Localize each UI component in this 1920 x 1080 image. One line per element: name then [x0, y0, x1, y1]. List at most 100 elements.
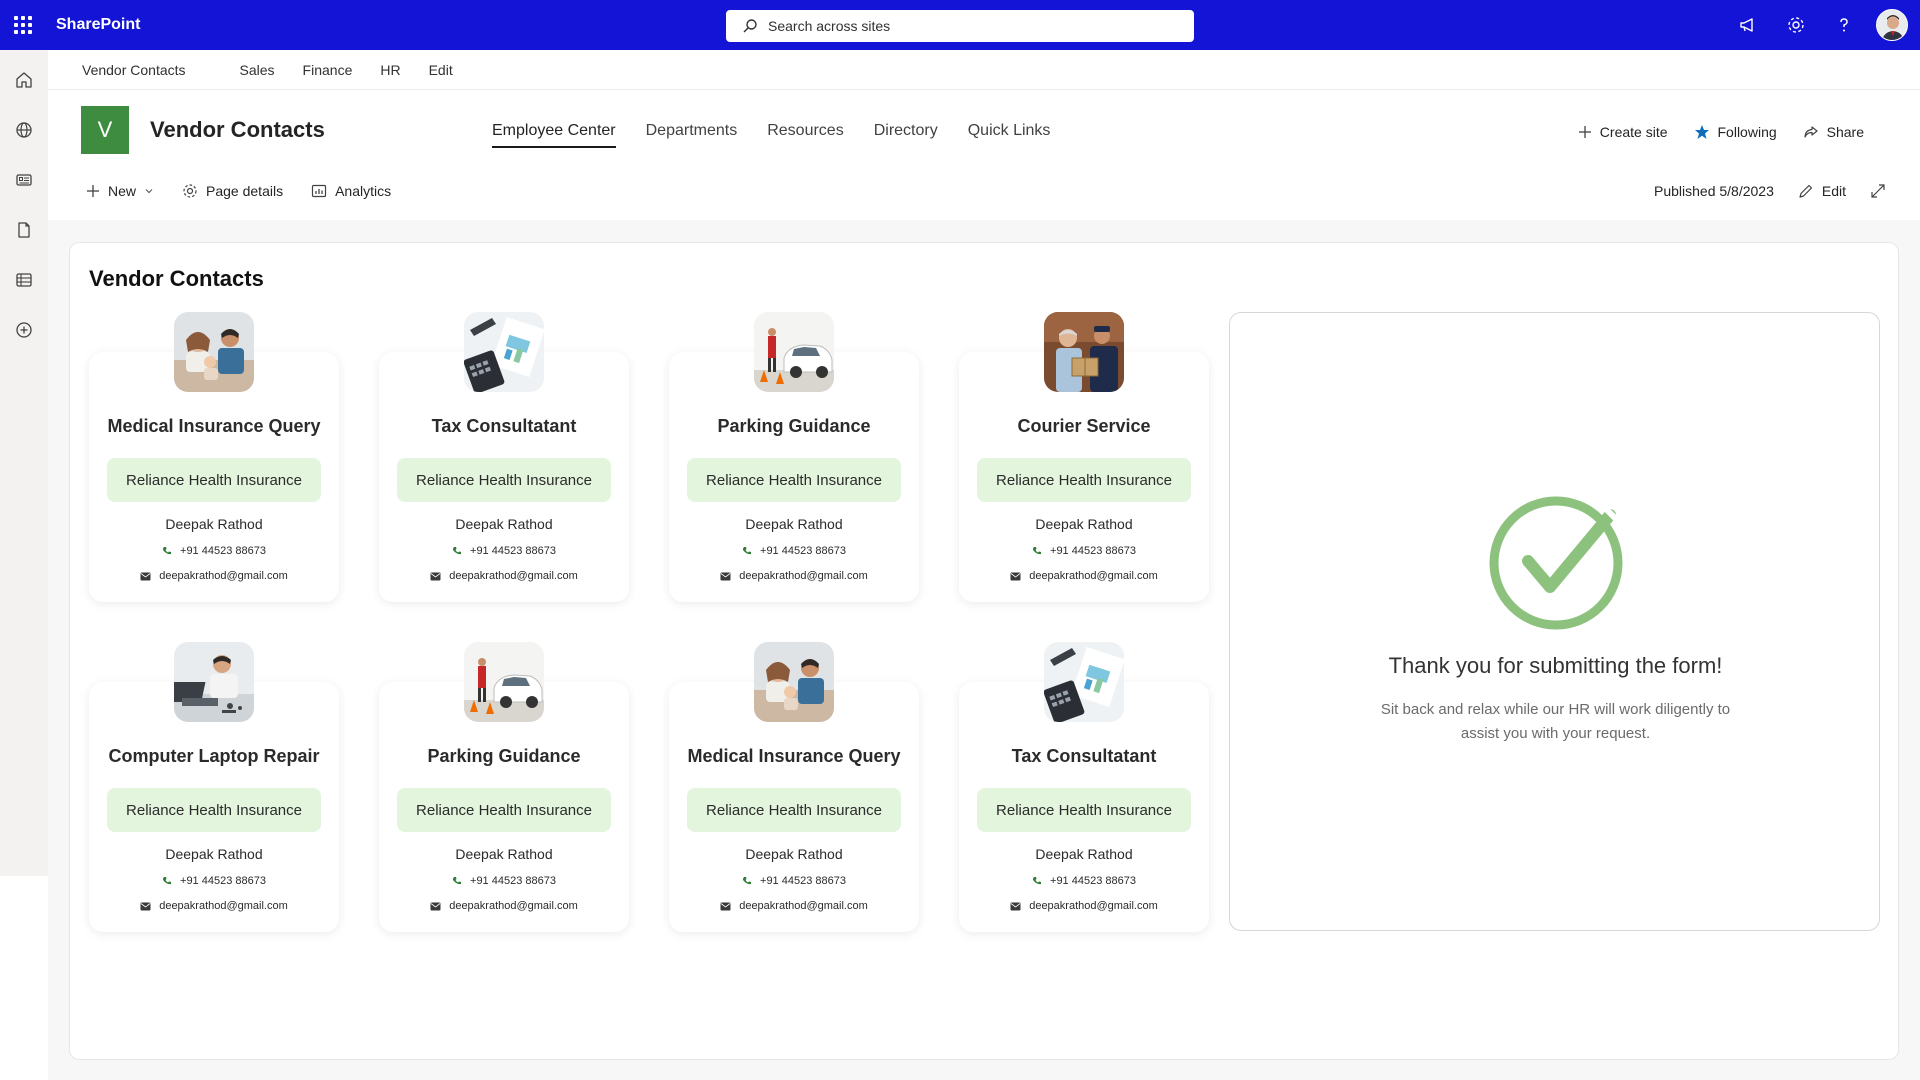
company-badge: Reliance Health Insurance: [397, 788, 611, 832]
email-text: deepakrathod@gmail.com: [739, 900, 868, 912]
phone-text: +91 44523 88673: [180, 545, 266, 557]
contact-email[interactable]: deepakrathod@gmail.com: [89, 900, 339, 912]
app-launcher-button[interactable]: [0, 0, 46, 50]
vendor-card[interactable]: Courier Service Reliance Health Insuranc…: [959, 312, 1209, 602]
contact-phone[interactable]: +91 44523 88673: [89, 875, 339, 887]
vendor-card[interactable]: Medical Insurance Query Reliance Health …: [89, 312, 339, 602]
contact-email[interactable]: deepakrathod@gmail.com: [959, 900, 1209, 912]
rail-lists[interactable]: [8, 264, 40, 296]
contact-phone[interactable]: +91 44523 88673: [379, 875, 629, 887]
phone-text: +91 44523 88673: [1050, 875, 1136, 887]
share-button[interactable]: Share: [1803, 124, 1864, 140]
form-confirmation-panel: Thank you for submitting the form! Sit b…: [1229, 312, 1880, 931]
new-button[interactable]: New: [86, 183, 154, 199]
contact-email[interactable]: deepakrathod@gmail.com: [959, 570, 1209, 582]
user-photo-icon: [1877, 10, 1907, 40]
contact-name: Deepak Rathod: [745, 516, 843, 532]
site-logo[interactable]: V: [81, 106, 129, 154]
notifications-button[interactable]: [1724, 0, 1772, 50]
company-badge: Reliance Health Insurance: [107, 458, 321, 502]
help-button[interactable]: [1820, 0, 1868, 50]
phone-text: +91 44523 88673: [180, 875, 266, 887]
hub-link-hr[interactable]: HR: [380, 62, 400, 78]
analytics-label: Analytics: [335, 183, 392, 199]
contact-phone[interactable]: +91 44523 88673: [959, 545, 1209, 557]
suite-bar: SharePoint: [0, 0, 1920, 50]
hub-link-edit[interactable]: Edit: [429, 62, 453, 78]
globe-icon: [16, 122, 32, 138]
edit-button[interactable]: Edit: [1798, 183, 1846, 199]
nav-quick-links[interactable]: Quick Links: [968, 122, 1051, 148]
vendor-photo-courier: [1044, 312, 1124, 392]
suite-brand[interactable]: SharePoint: [56, 16, 140, 34]
rail-news[interactable]: [8, 164, 40, 196]
nav-departments[interactable]: Departments: [646, 122, 738, 148]
megaphone-icon: [1740, 18, 1753, 32]
gear-icon: [1788, 17, 1804, 33]
vendor-card[interactable]: Medical Insurance Query Reliance Health …: [669, 642, 919, 932]
suite-actions: [1724, 0, 1920, 50]
nav-directory[interactable]: Directory: [874, 122, 938, 148]
news-icon: [16, 174, 32, 186]
hub-link-finance[interactable]: Finance: [303, 62, 353, 78]
email-text: deepakrathod@gmail.com: [449, 900, 578, 912]
following-button[interactable]: Following: [1694, 124, 1777, 140]
rail-home[interactable]: [8, 64, 40, 96]
site-actions: Create site Following Share: [1578, 124, 1864, 140]
share-icon: [1804, 126, 1818, 138]
contact-email[interactable]: deepakrathod@gmail.com: [89, 570, 339, 582]
rail-sites[interactable]: [8, 114, 40, 146]
contact-name: Deepak Rathod: [165, 846, 263, 862]
email-text: deepakrathod@gmail.com: [1029, 570, 1158, 582]
rail-create[interactable]: [8, 314, 40, 346]
email-text: deepakrathod@gmail.com: [159, 570, 288, 582]
vendor-card[interactable]: Parking Guidance Reliance Health Insuran…: [379, 642, 629, 932]
vendor-card[interactable]: Computer Laptop Repair Reliance Health I…: [89, 642, 339, 932]
vendor-photo-parking: [464, 642, 544, 722]
contact-phone[interactable]: +91 44523 88673: [669, 875, 919, 887]
share-label: Share: [1826, 124, 1864, 140]
phone-icon: [163, 877, 172, 885]
left-app-rail: [0, 50, 48, 876]
contact-email[interactable]: deepakrathod@gmail.com: [669, 900, 919, 912]
avatar[interactable]: [1876, 9, 1908, 41]
contact-email[interactable]: deepakrathod@gmail.com: [669, 570, 919, 582]
create-site-button[interactable]: Create site: [1578, 124, 1668, 140]
search-input[interactable]: [768, 18, 1168, 34]
waffle-icon: [14, 16, 32, 34]
email-text: deepakrathod@gmail.com: [1029, 900, 1158, 912]
company-badge: Reliance Health Insurance: [397, 458, 611, 502]
contact-email[interactable]: deepakrathod@gmail.com: [379, 900, 629, 912]
contact-phone[interactable]: +91 44523 88673: [379, 545, 629, 557]
search-box[interactable]: [726, 10, 1194, 42]
nav-employee-center[interactable]: Employee Center: [492, 122, 616, 148]
home-icon: [16, 72, 32, 88]
rail-files[interactable]: [8, 214, 40, 246]
analytics-button[interactable]: Analytics: [311, 183, 391, 199]
contact-name: Deepak Rathod: [455, 846, 553, 862]
contact-phone[interactable]: +91 44523 88673: [89, 545, 339, 557]
page-details-button[interactable]: Page details: [182, 183, 283, 199]
hub-link-sales[interactable]: Sales: [240, 62, 275, 78]
vendor-card[interactable]: Tax Consultatant Reliance Health Insuran…: [959, 642, 1209, 932]
card-title: Parking Guidance: [717, 416, 871, 436]
expand-button[interactable]: [1870, 183, 1886, 199]
contact-phone[interactable]: +91 44523 88673: [959, 875, 1209, 887]
settings-button[interactable]: [1772, 0, 1820, 50]
chevron-down-icon: [145, 189, 153, 194]
contact-phone[interactable]: +91 44523 88673: [669, 545, 919, 557]
phone-text: +91 44523 88673: [760, 875, 846, 887]
nav-resources[interactable]: Resources: [767, 122, 843, 148]
page-details-label: Page details: [206, 183, 284, 199]
site-title[interactable]: Vendor Contacts: [150, 117, 325, 143]
vendor-card[interactable]: Tax Consultatant Reliance Health Insuran…: [379, 312, 629, 602]
checkmark-circle-icon: [1489, 496, 1623, 630]
vendor-photo-repair: [174, 642, 254, 722]
vendor-card[interactable]: Parking Guidance Reliance Health Insuran…: [669, 312, 919, 602]
contact-email[interactable]: deepakrathod@gmail.com: [379, 570, 629, 582]
hub-title[interactable]: Vendor Contacts: [82, 62, 186, 78]
contact-name: Deepak Rathod: [455, 516, 553, 532]
mail-icon: [140, 902, 151, 910]
company-badge: Reliance Health Insurance: [977, 788, 1191, 832]
card-title: Tax Consultatant: [1011, 746, 1157, 766]
